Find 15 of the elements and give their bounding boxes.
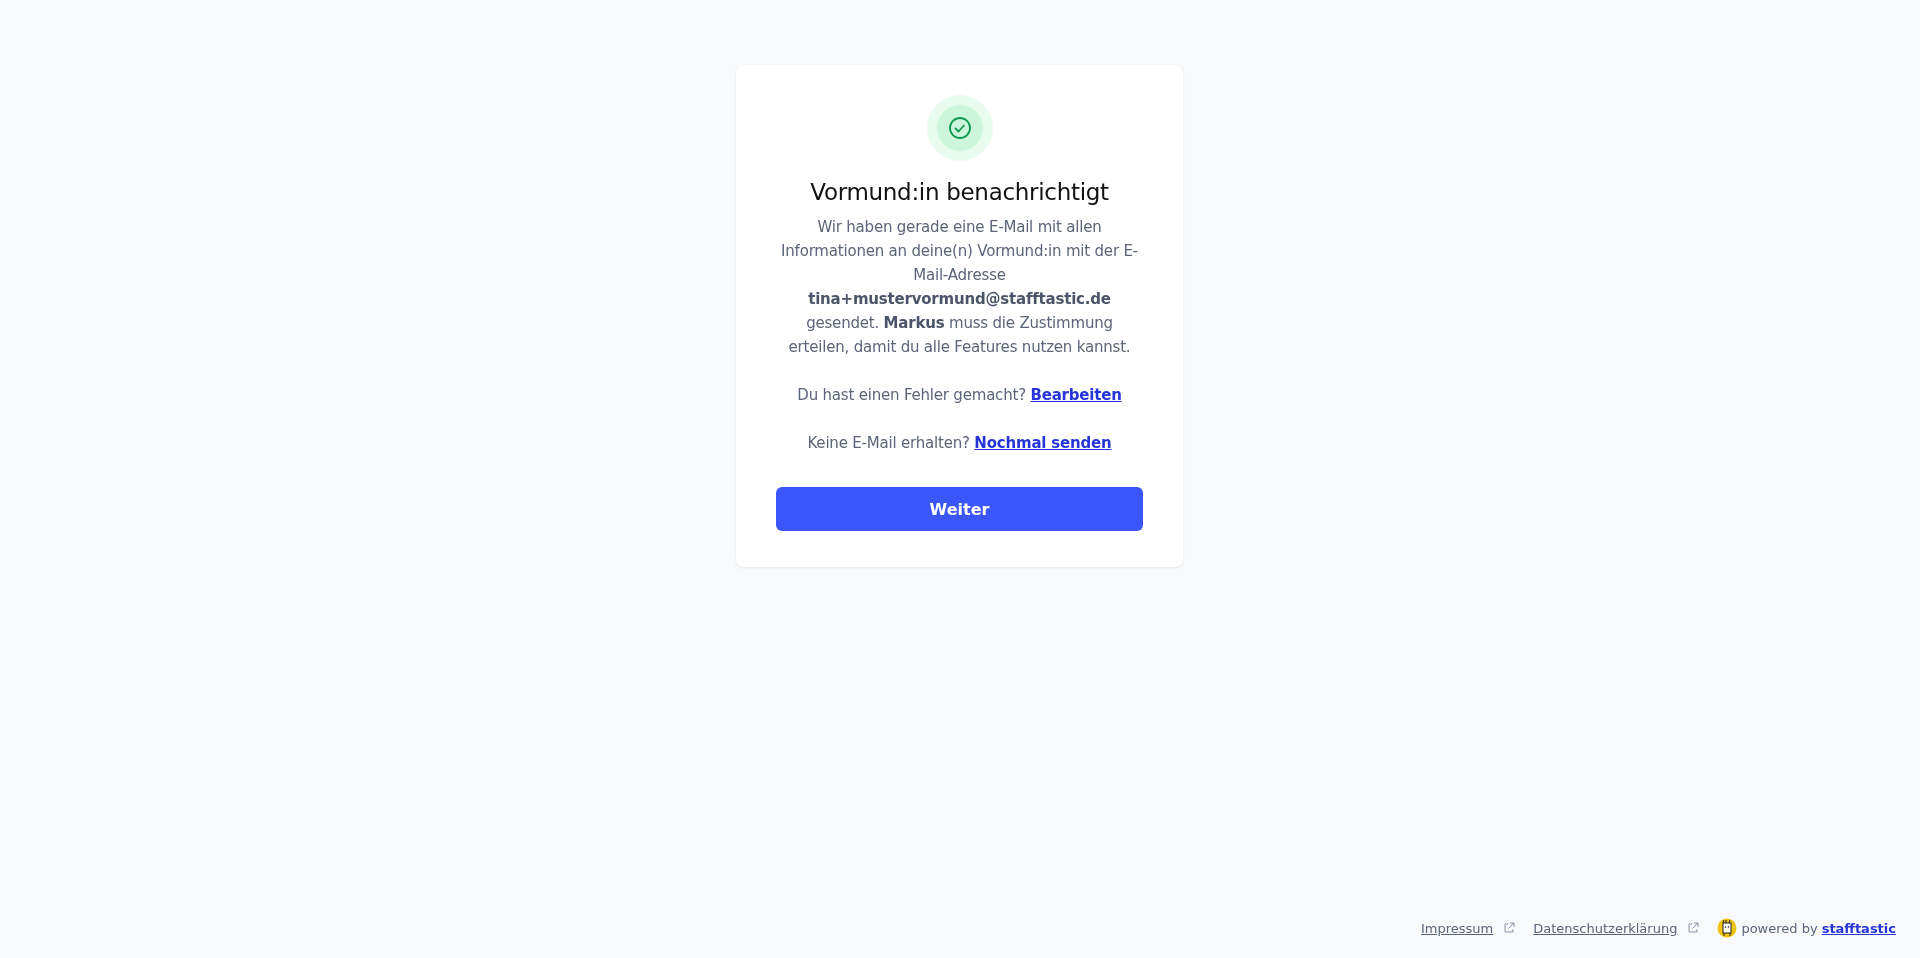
external-link-icon [1687,922,1700,934]
footer-link[interactable]: Datenschutzerklärung [1533,920,1700,936]
external-link-icon [1503,922,1516,934]
continue-button[interactable]: Weiter [776,487,1143,531]
resend-link[interactable]: Nochmal senden [974,434,1112,452]
message-text: Wir haben gerade eine E-Mail mit allen Informationen an deine(n) Vormund:in mit der E-Mail-Adresse tina+mustervormund@stafftastic.de gesendet. Markus muss die Zustimmung erteilen, damit du alle Features nutzen kannst. [780,217,1139,358]
hint-text: Keine E-Mail erhalten? Nochmal senden [806,433,1113,454]
hint-text: Du hast einen Fehler gemacht? Bearbeiten [797,385,1122,406]
brand-link[interactable]: stafftastic [1821,920,1896,936]
footer-link[interactable]: Impressum [1421,920,1516,936]
check-circle-icon [926,95,993,161]
mascot-icon [1717,918,1738,938]
edit-link[interactable]: Bearbeiten [1030,386,1122,404]
dialog-title: Vormund:in benachrichtigt [810,179,1109,205]
powered-by-text: powered by [1741,920,1818,936]
